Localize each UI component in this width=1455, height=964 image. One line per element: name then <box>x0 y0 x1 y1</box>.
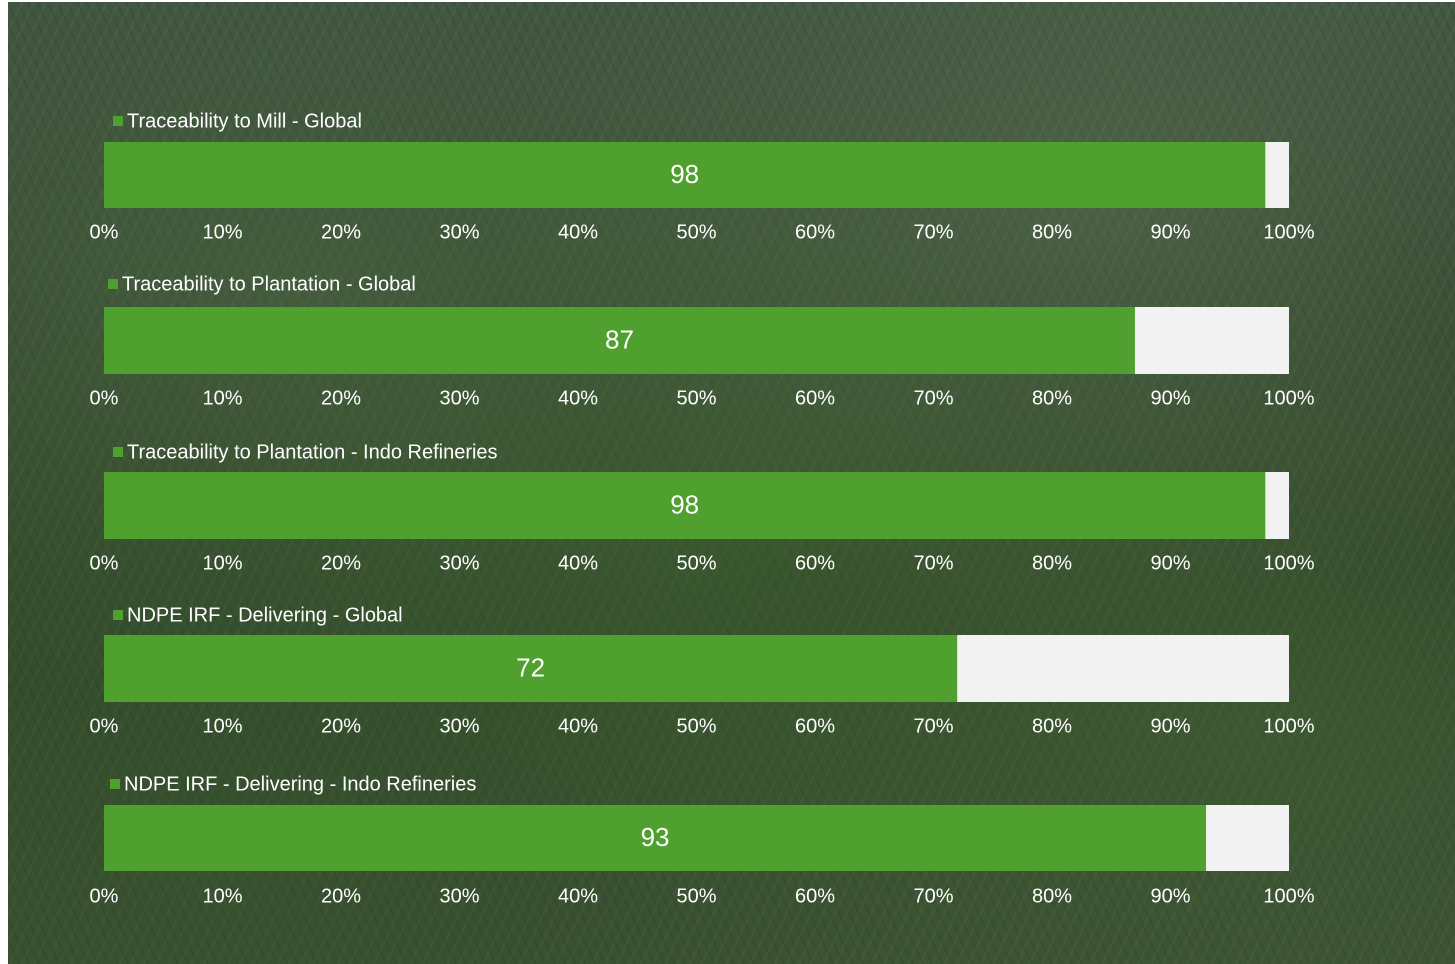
x-tick-label: 100% <box>1263 387 1314 409</box>
x-tick-label: 40% <box>558 715 598 737</box>
x-tick-label: 0% <box>90 552 119 574</box>
x-tick-label: 10% <box>202 552 242 574</box>
x-tick-label: 20% <box>321 885 361 907</box>
x-tick-label: 90% <box>1150 221 1190 243</box>
x-tick-label: 10% <box>202 885 242 907</box>
x-tick-label: 60% <box>795 387 835 409</box>
x-tick-label: 90% <box>1150 715 1190 737</box>
x-tick-label: 50% <box>676 221 716 243</box>
x-tick-label: 80% <box>1032 387 1072 409</box>
legend-marker <box>113 447 123 457</box>
x-tick-label: 30% <box>439 885 479 907</box>
x-tick-label: 70% <box>913 885 953 907</box>
data-label: 72 <box>516 652 545 682</box>
x-tick-label: 70% <box>913 221 953 243</box>
x-tick-label: 70% <box>913 552 953 574</box>
x-tick-label: 100% <box>1263 715 1314 737</box>
chart-2: Traceability to Plantation - Global 87 0% 1… <box>90 273 1315 409</box>
legend-marker <box>108 279 118 289</box>
x-tick-label: 60% <box>795 885 835 907</box>
x-tick-label: 0% <box>90 715 119 737</box>
series-label: Traceability to Plantation - Indo Refine… <box>127 441 498 463</box>
x-tick-label: 30% <box>439 387 479 409</box>
bar-charts-svg: Traceability to Mill - Global 98 0% 10% 20% 3… <box>90 110 1315 907</box>
series-label: NDPE IRF - Delivering - Global <box>127 604 403 626</box>
legend-marker <box>110 779 120 789</box>
chart-3: Traceability to Plantation - Indo Refine… <box>90 441 1315 574</box>
x-tick-label: 90% <box>1150 552 1190 574</box>
data-label: 93 <box>641 822 670 852</box>
x-tick-label: 50% <box>676 552 716 574</box>
x-tick-label: 90% <box>1150 885 1190 907</box>
x-tick-label: 80% <box>1032 552 1072 574</box>
series-label: Traceability to Plantation - Global <box>122 273 416 295</box>
x-tick-label: 60% <box>795 221 835 243</box>
x-tick-label: 30% <box>439 552 479 574</box>
x-tick-label: 40% <box>558 387 598 409</box>
legend-marker <box>113 116 123 126</box>
x-tick-label: 70% <box>913 715 953 737</box>
x-tick-label: 30% <box>439 221 479 243</box>
x-tick-label: 60% <box>795 715 835 737</box>
x-tick-label: 40% <box>558 552 598 574</box>
x-tick-label: 50% <box>676 715 716 737</box>
data-label: 98 <box>670 159 699 189</box>
chart-4: NDPE IRF - Delivering - Global 72 0% 10% 20%… <box>90 604 1315 737</box>
x-tick-label: 50% <box>676 387 716 409</box>
chart-5: NDPE IRF - Delivering - Indo Refineries 9… <box>90 773 1315 907</box>
data-label: 87 <box>605 324 634 354</box>
x-tick-label: 80% <box>1032 221 1072 243</box>
x-tick-label: 0% <box>90 387 119 409</box>
x-tick-label: 50% <box>676 885 716 907</box>
x-tick-label: 60% <box>795 552 835 574</box>
data-label: 98 <box>670 489 699 519</box>
x-tick-label: 20% <box>321 221 361 243</box>
x-tick-label: 20% <box>321 552 361 574</box>
x-tick-label: 100% <box>1263 552 1314 574</box>
chart-stage: Traceability to Mill - Global 98 0% 10% 20% 3… <box>0 0 1455 964</box>
x-tick-label: 80% <box>1032 885 1072 907</box>
x-tick-label: 40% <box>558 221 598 243</box>
x-tick-label: 10% <box>202 221 242 243</box>
x-tick-label: 20% <box>321 715 361 737</box>
x-tick-label: 10% <box>202 387 242 409</box>
x-tick-label: 100% <box>1263 221 1314 243</box>
x-tick-label: 0% <box>90 221 119 243</box>
x-tick-label: 80% <box>1032 715 1072 737</box>
series-label: Traceability to Mill - Global <box>127 110 362 132</box>
series-label: NDPE IRF - Delivering - Indo Refineries <box>124 773 476 795</box>
legend-marker <box>113 610 123 620</box>
x-tick-label: 30% <box>439 715 479 737</box>
chart-1: Traceability to Mill - Global 98 0% 10% 20% 3… <box>90 110 1315 243</box>
x-tick-label: 10% <box>202 715 242 737</box>
x-tick-label: 100% <box>1263 885 1314 907</box>
x-tick-label: 0% <box>90 885 119 907</box>
x-tick-label: 40% <box>558 885 598 907</box>
x-tick-label: 20% <box>321 387 361 409</box>
x-tick-label: 70% <box>913 387 953 409</box>
x-tick-label: 90% <box>1150 387 1190 409</box>
